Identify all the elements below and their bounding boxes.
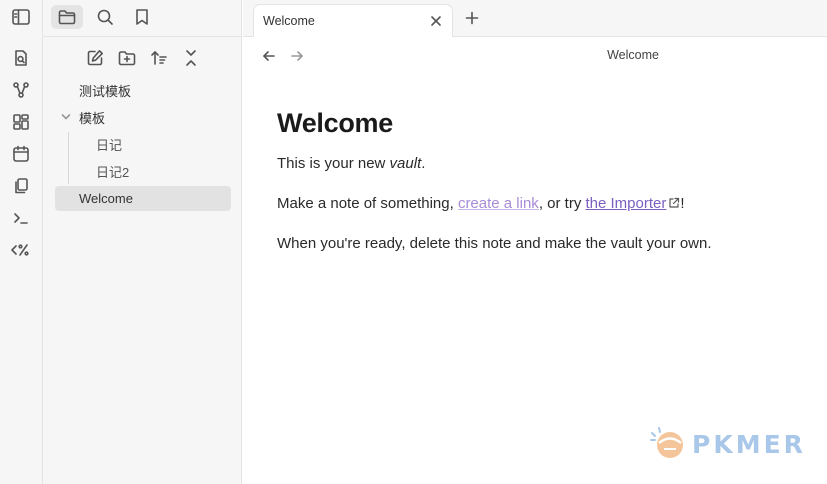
tree-item-file[interactable]: 日记 [55, 132, 231, 157]
internal-link[interactable]: create a link [458, 195, 539, 212]
command-palette-icon[interactable] [10, 207, 32, 229]
tree-indent-guide [68, 132, 69, 184]
close-icon[interactable] [428, 13, 444, 29]
watermark-text: PKMER [692, 429, 806, 459]
tab-bookmarks[interactable] [126, 5, 158, 29]
daily-note-icon[interactable] [10, 143, 32, 165]
new-note-icon[interactable] [83, 46, 107, 70]
note-paragraph: Make a note of something, create a link,… [277, 194, 797, 214]
tab-files[interactable] [51, 5, 83, 29]
external-link[interactable]: the Importer [585, 195, 666, 212]
note-heading: Welcome [277, 108, 393, 138]
chevron-down-icon [61, 113, 71, 121]
collapse-all-icon[interactable] [179, 46, 203, 70]
tree-item-label: Welcome [79, 191, 133, 206]
text-segment: , or try [538, 195, 586, 212]
tree-item-label: 模板 [79, 111, 106, 126]
sort-icon[interactable] [147, 46, 171, 70]
tree-item-label: 日记2 [96, 165, 130, 180]
tree-item-folder[interactable]: 模板 [55, 105, 231, 130]
tree-item-label: 测试模板 [79, 84, 132, 99]
new-folder-icon[interactable] [115, 46, 139, 70]
note-content: Welcome This is your new vault. Make a n… [277, 108, 797, 254]
bookmark-icon [134, 8, 150, 26]
tree-item-file[interactable]: 日记2 [55, 159, 231, 184]
canvas-icon[interactable] [10, 111, 32, 133]
note-paragraph: When you're ready, delete this note and … [277, 235, 712, 252]
tab-title: Welcome [263, 14, 315, 28]
templates-icon[interactable] [10, 175, 32, 197]
text-segment: This is your new [277, 155, 390, 172]
templater-icon[interactable] [10, 239, 32, 261]
tab-welcome[interactable]: Welcome [253, 4, 453, 38]
text-segment: . [421, 155, 426, 172]
pkmer-logo-icon [650, 426, 688, 462]
search-icon [96, 8, 114, 26]
sidebar-toggle-icon[interactable] [10, 7, 32, 27]
view-title[interactable]: Welcome [243, 48, 827, 62]
tab-bar: Welcome [243, 0, 827, 38]
app-window: 测试模板 模板 日记 日记2 Welcome Welcome Welcome W… [0, 0, 827, 484]
file-explorer-actions [43, 46, 242, 70]
external-link-icon [668, 197, 680, 209]
tree-item-label: 日记 [96, 138, 123, 153]
view-header: Welcome [243, 37, 827, 75]
text-segment: Make a note of something, [277, 195, 458, 212]
graph-view-icon[interactable] [10, 79, 32, 101]
new-tab-icon[interactable] [463, 9, 481, 27]
tree-item-file[interactable]: 测试模板 [55, 78, 231, 103]
emphasis-text: vault [389, 155, 422, 172]
watermark: PKMER [650, 424, 820, 464]
text-segment: ! [680, 195, 685, 212]
note-paragraph: This is your new vault. [277, 154, 797, 174]
file-explorer-sidebar: 测试模板 模板 日记 日记2 Welcome [43, 0, 242, 484]
ribbon [0, 0, 43, 484]
tree-item-file-selected[interactable]: Welcome [55, 186, 231, 211]
tab-search[interactable] [89, 5, 121, 29]
quick-switcher-icon[interactable] [10, 47, 32, 69]
folder-icon [58, 9, 76, 25]
sidebar-tab-header [43, 0, 242, 37]
